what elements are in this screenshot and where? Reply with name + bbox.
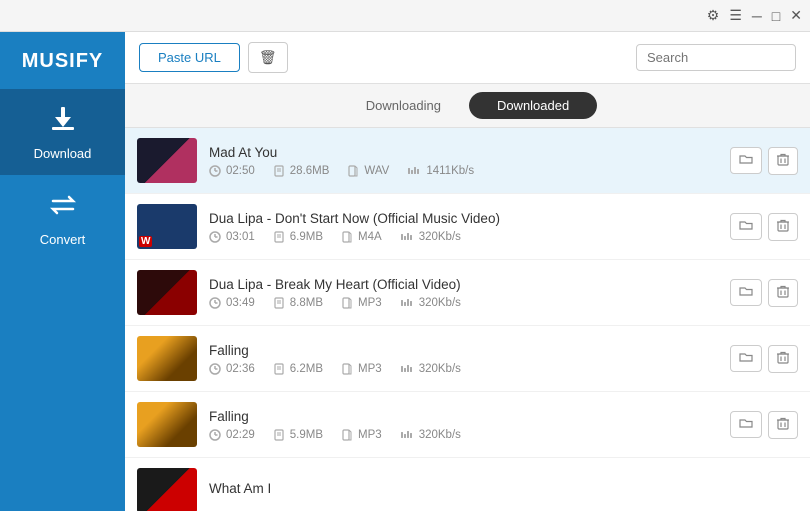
sidebar-item-download-label: Download <box>34 146 92 161</box>
title-bar: ⚙ ☰ ─ □ ✕ <box>0 0 810 32</box>
track-bitrate: 320Kb/s <box>400 363 461 375</box>
track-title: Dua Lipa - Break My Heart (Official Vide… <box>209 277 718 292</box>
track-actions <box>730 213 798 241</box>
track-format: MP3 <box>341 363 382 375</box>
track-format: MP3 <box>341 429 382 441</box>
sidebar: MUSIFY Download Convert <box>0 32 125 511</box>
track-duration: 03:49 <box>209 297 255 309</box>
window-controls: ⚙ ☰ ─ □ ✕ <box>707 7 802 24</box>
tab-downloaded[interactable]: Downloaded <box>469 92 597 119</box>
convert-icon <box>47 189 79 228</box>
close-icon[interactable]: ✕ <box>790 7 802 24</box>
search-input[interactable] <box>636 44 796 71</box>
track-title: Falling <box>209 343 718 358</box>
track-thumbnail <box>137 270 197 315</box>
track-delete-button[interactable] <box>768 147 798 175</box>
track-title: Falling <box>209 409 718 424</box>
minimize-icon[interactable]: ─ <box>752 8 762 24</box>
track-folder-button[interactable] <box>730 411 762 438</box>
track-duration: 03:01 <box>209 231 255 243</box>
maximize-icon[interactable]: □ <box>772 8 780 24</box>
track-bitrate: 320Kb/s <box>400 231 461 243</box>
track-delete-button[interactable] <box>768 213 798 241</box>
settings-icon[interactable]: ⚙ <box>707 7 720 24</box>
track-format: WAV <box>347 165 389 177</box>
download-icon <box>47 103 79 142</box>
main-content: Paste URL 🗑 Downloading Downloaded Mad A… <box>125 32 810 511</box>
track-size: 5.9MB <box>273 429 323 441</box>
track-size: 28.6MB <box>273 165 330 177</box>
track-item: Mad At You 02:50 28.6MB WAV 1411Kb/s <box>125 128 810 194</box>
track-thumbnail <box>137 402 197 447</box>
track-bitrate: 320Kb/s <box>400 429 461 441</box>
track-info: Dua Lipa - Don't Start Now (Official Mus… <box>209 211 718 243</box>
track-bitrate: 1411Kb/s <box>407 165 474 177</box>
app-logo: MUSIFY <box>22 42 104 89</box>
track-folder-button[interactable] <box>730 279 762 306</box>
track-item: Dua Lipa - Break My Heart (Official Vide… <box>125 260 810 326</box>
track-item: W Dua Lipa - Don't Start Now (Official M… <box>125 194 810 260</box>
sidebar-item-convert-label: Convert <box>40 232 86 247</box>
track-title: Mad At You <box>209 145 718 160</box>
track-duration: 02:50 <box>209 165 255 177</box>
menu-icon[interactable]: ☰ <box>729 7 742 24</box>
track-duration: 02:36 <box>209 363 255 375</box>
track-list: Mad At You 02:50 28.6MB WAV 1411Kb/s <box>125 128 810 511</box>
track-info: Dua Lipa - Break My Heart (Official Vide… <box>209 277 718 309</box>
track-delete-button[interactable] <box>768 279 798 307</box>
tabs-bar: Downloading Downloaded <box>125 84 810 128</box>
track-folder-button[interactable] <box>730 147 762 174</box>
toolbar: Paste URL 🗑 <box>125 32 810 84</box>
track-format: M4A <box>341 231 382 243</box>
paste-url-button[interactable]: Paste URL <box>139 43 240 72</box>
track-thumbnail <box>137 138 197 183</box>
track-delete-button[interactable] <box>768 345 798 373</box>
track-delete-button[interactable] <box>768 411 798 439</box>
tab-downloading[interactable]: Downloading <box>338 92 469 119</box>
clear-button[interactable]: 🗑 <box>248 42 288 73</box>
track-info: Falling 02:36 6.2MB MP3 320Kb/s <box>209 343 718 375</box>
track-actions <box>730 279 798 307</box>
track-format: MP3 <box>341 297 382 309</box>
track-info: Mad At You 02:50 28.6MB WAV 1411Kb/s <box>209 145 718 177</box>
track-actions <box>730 411 798 439</box>
track-title: Dua Lipa - Don't Start Now (Official Mus… <box>209 211 718 226</box>
track-size: 6.2MB <box>273 363 323 375</box>
track-info: What Am I <box>209 481 786 501</box>
track-title: What Am I <box>209 481 786 496</box>
track-folder-button[interactable] <box>730 213 762 240</box>
track-folder-button[interactable] <box>730 345 762 372</box>
track-actions <box>730 147 798 175</box>
track-actions <box>730 345 798 373</box>
sidebar-item-download[interactable]: Download <box>0 89 125 175</box>
track-info: Falling 02:29 5.9MB MP3 320Kb/s <box>209 409 718 441</box>
track-item: What Am I <box>125 458 810 511</box>
track-size: 6.9MB <box>273 231 323 243</box>
track-size: 8.8MB <box>273 297 323 309</box>
sidebar-item-convert[interactable]: Convert <box>0 175 125 261</box>
track-item: Falling 02:29 5.9MB MP3 320Kb/s <box>125 392 810 458</box>
track-thumbnail: W <box>137 204 197 249</box>
track-thumbnail <box>137 336 197 381</box>
track-bitrate: 320Kb/s <box>400 297 461 309</box>
track-duration: 02:29 <box>209 429 255 441</box>
track-item: Falling 02:36 6.2MB MP3 320Kb/s <box>125 326 810 392</box>
track-thumbnail <box>137 468 197 511</box>
